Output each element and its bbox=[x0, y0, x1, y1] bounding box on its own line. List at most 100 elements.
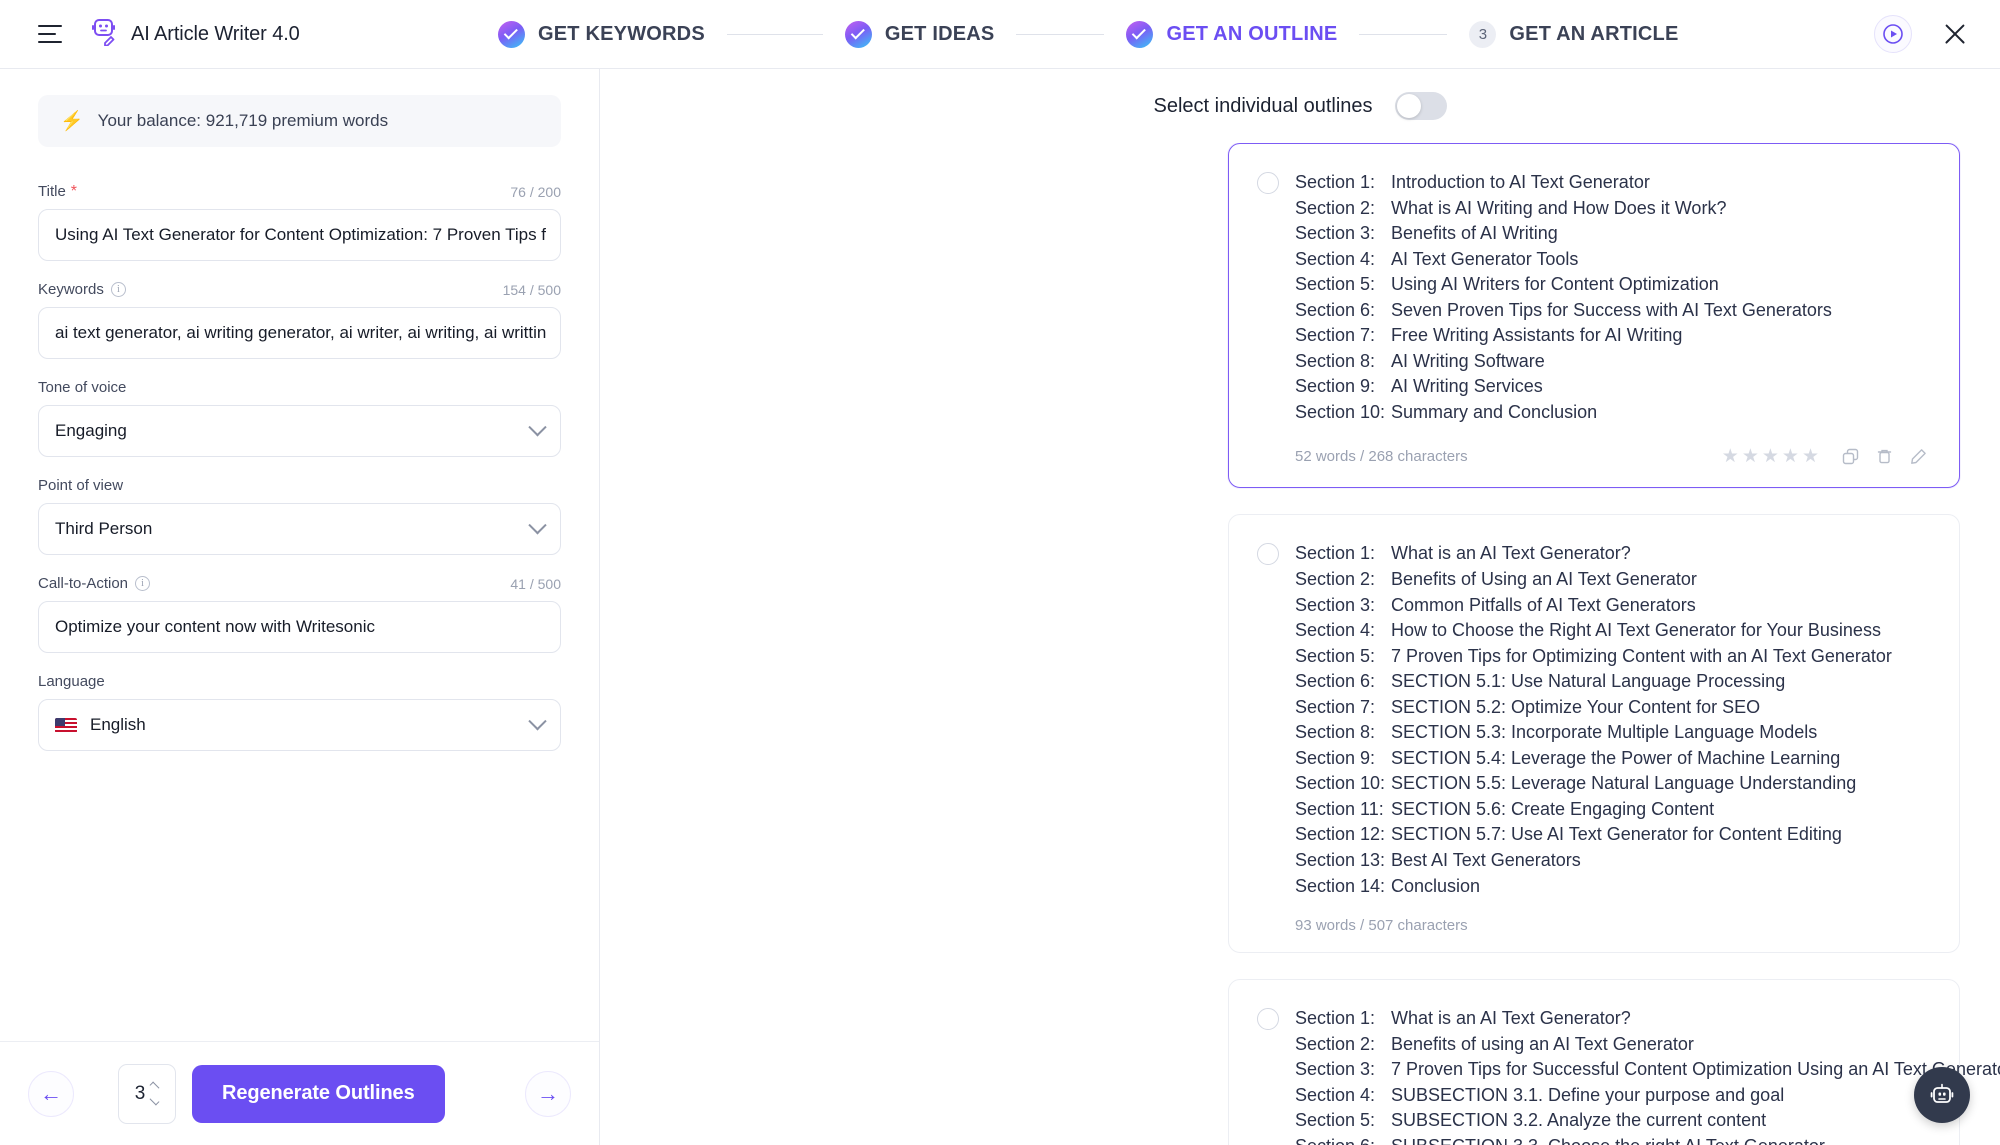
select-individual-outlines-toggle[interactable] bbox=[1395, 92, 1447, 120]
arrow-right-icon[interactable]: → bbox=[525, 1071, 571, 1117]
outline-section-number: Section 11: bbox=[1295, 797, 1391, 823]
step-check-icon bbox=[498, 21, 525, 48]
progress-stepper: GET KEYWORDS GET IDEAS GET AN OUTLINE 3 … bbox=[498, 21, 1679, 48]
star-icon[interactable]: ★ bbox=[1742, 447, 1759, 466]
outline-section-number: Section 1: bbox=[1295, 1006, 1391, 1032]
outline-section-number: Section 4: bbox=[1295, 1083, 1391, 1109]
trash-icon[interactable] bbox=[1871, 443, 1897, 469]
outline-section-title: AI Writing Services bbox=[1391, 374, 1543, 400]
bolt-icon: ⚡ bbox=[60, 112, 84, 131]
outline-select-radio[interactable] bbox=[1257, 543, 1279, 565]
call-to-action-input[interactable]: Optimize your content now with Writesoni… bbox=[38, 601, 561, 653]
field-label: Call-to-Action bbox=[38, 575, 128, 592]
outline-section-number: Section 2: bbox=[1295, 1032, 1391, 1058]
step-get-keywords[interactable]: GET KEYWORDS bbox=[498, 21, 705, 48]
outline-section-row: Section 8:SECTION 5.3: Incorporate Multi… bbox=[1295, 720, 1931, 746]
outline-section-row: Section 2:Benefits of Using an AI Text G… bbox=[1295, 567, 1931, 593]
char-counter: 41 / 500 bbox=[510, 576, 561, 592]
close-icon[interactable] bbox=[1940, 19, 1970, 49]
outlines-list: Section 1:Introduction to AI Text Genera… bbox=[1228, 143, 1960, 1145]
regenerate-outlines-button[interactable]: Regenerate Outlines bbox=[192, 1065, 445, 1123]
outline-card[interactable]: Section 1:Introduction to AI Text Genera… bbox=[1228, 143, 1960, 488]
outline-count-stepper[interactable]: 3 bbox=[118, 1064, 176, 1124]
app-title: AI Article Writer 4.0 bbox=[131, 23, 300, 46]
point-of-view-select[interactable]: Third Person bbox=[38, 503, 561, 555]
outline-sections: Section 1:Introduction to AI Text Genera… bbox=[1295, 170, 1931, 425]
stepper-increment-icon[interactable] bbox=[150, 1082, 160, 1092]
outline-section-title: SUBSECTION 3.2. Analyze the current cont… bbox=[1391, 1108, 1766, 1134]
field-header: Keywords i 154 / 500 bbox=[38, 281, 561, 298]
keywords-input[interactable]: ai text generator, ai writing generator,… bbox=[38, 307, 561, 359]
field-keywords: Keywords i 154 / 500 ai text generator, … bbox=[38, 281, 561, 359]
arrow-left-icon[interactable]: ← bbox=[28, 1071, 74, 1117]
stepper-decrement-icon[interactable] bbox=[150, 1096, 160, 1106]
star-icon[interactable]: ★ bbox=[1722, 447, 1739, 466]
outline-section-row: Section 4:SUBSECTION 3.1. Define your pu… bbox=[1295, 1083, 1931, 1109]
outlines-scroll-area[interactable]: Section 1:Introduction to AI Text Genera… bbox=[600, 143, 2000, 1145]
outline-count-value: 3 bbox=[135, 1083, 146, 1105]
toggle-knob bbox=[1397, 94, 1421, 118]
title-input[interactable]: Using AI Text Generator for Content Opti… bbox=[38, 209, 561, 261]
outline-section-title: 7 Proven Tips for Optimizing Content wit… bbox=[1391, 644, 1892, 670]
hamburger-menu-icon[interactable] bbox=[38, 25, 62, 43]
outline-section-number: Section 1: bbox=[1295, 541, 1391, 567]
stepper-arrows[interactable] bbox=[150, 1084, 159, 1103]
step-connector bbox=[1016, 34, 1104, 35]
pencil-edit-icon[interactable] bbox=[1905, 443, 1931, 469]
outline-section-number: Section 6: bbox=[1295, 1134, 1391, 1145]
outline-section-number: Section 8: bbox=[1295, 720, 1391, 746]
top-bar: AI Article Writer 4.0 GET KEYWORDS GET I… bbox=[0, 0, 2000, 69]
language-select[interactable]: English bbox=[38, 699, 561, 751]
step-get-an-article[interactable]: 3 GET AN ARTICLE bbox=[1469, 21, 1678, 48]
tone-of-voice-select[interactable]: Engaging bbox=[38, 405, 561, 457]
outline-section-number: Section 3: bbox=[1295, 221, 1391, 247]
step-get-an-outline[interactable]: GET AN OUTLINE bbox=[1126, 21, 1337, 48]
star-icon[interactable]: ★ bbox=[1762, 447, 1779, 466]
outline-section-title: SUBSECTION 3.3. Choose the right AI Text… bbox=[1391, 1134, 1825, 1145]
field-header: Call-to-Action i 41 / 500 bbox=[38, 575, 561, 592]
outline-section-row: Section 6:SUBSECTION 3.3. Choose the rig… bbox=[1295, 1134, 1931, 1145]
info-icon[interactable]: i bbox=[111, 282, 126, 297]
outline-rating[interactable]: ★★★★★ bbox=[1722, 447, 1819, 466]
char-counter: 76 / 200 bbox=[510, 184, 561, 200]
outline-section-title: What is an AI Text Generator? bbox=[1391, 541, 1631, 567]
copy-icon[interactable] bbox=[1837, 443, 1863, 469]
outline-section-title: AI Writing Software bbox=[1391, 349, 1545, 375]
app-root: AI Article Writer 4.0 GET KEYWORDS GET I… bbox=[0, 0, 2000, 1145]
step-get-ideas[interactable]: GET IDEAS bbox=[845, 21, 995, 48]
field-header: Language bbox=[38, 673, 561, 690]
outline-section-row: Section 2:What is AI Writing and How Doe… bbox=[1295, 196, 1931, 222]
play-circle-icon[interactable] bbox=[1874, 15, 1912, 53]
sidebar-scroll-area: ⚡ Your balance: 921,719 premium words Ti… bbox=[0, 69, 599, 1041]
outline-section-title: SECTION 5.4: Leverage the Power of Machi… bbox=[1391, 746, 1840, 772]
outline-section-row: Section 12:SECTION 5.7: Use AI Text Gene… bbox=[1295, 822, 1931, 848]
outline-section-row: Section 9:AI Writing Services bbox=[1295, 374, 1931, 400]
selected-value: Third Person bbox=[55, 519, 152, 539]
outline-section-title: Using AI Writers for Content Optimizatio… bbox=[1391, 272, 1719, 298]
outline-section-row: Section 7:Free Writing Assistants for AI… bbox=[1295, 323, 1931, 349]
outline-section-title: Seven Proven Tips for Success with AI Te… bbox=[1391, 298, 1832, 324]
outline-select-radio[interactable] bbox=[1257, 1008, 1279, 1030]
top-bar-actions bbox=[1874, 15, 1970, 53]
robot-chat-icon[interactable] bbox=[1914, 1067, 1970, 1123]
outline-select-radio[interactable] bbox=[1257, 172, 1279, 194]
info-icon[interactable]: i bbox=[135, 576, 150, 591]
outline-card[interactable]: Section 1:What is an AI Text Generator?S… bbox=[1228, 514, 1960, 953]
star-icon[interactable]: ★ bbox=[1802, 447, 1819, 466]
outline-card[interactable]: Section 1:What is an AI Text Generator?S… bbox=[1228, 979, 1960, 1145]
field-header: Tone of voice bbox=[38, 379, 561, 396]
outline-section-number: Section 3: bbox=[1295, 1057, 1391, 1083]
outline-sections: Section 1:What is an AI Text Generator?S… bbox=[1295, 1006, 1931, 1145]
outline-stats: 93 words / 507 characters bbox=[1295, 917, 1468, 934]
outline-section-row: Section 10:SECTION 5.5: Leverage Natural… bbox=[1295, 771, 1931, 797]
outline-section-title: Benefits of using an AI Text Generator bbox=[1391, 1032, 1694, 1058]
outline-section-number: Section 4: bbox=[1295, 618, 1391, 644]
outline-section-row: Section 6:SECTION 5.1: Use Natural Langu… bbox=[1295, 669, 1931, 695]
balance-banner: ⚡ Your balance: 921,719 premium words bbox=[38, 95, 561, 147]
star-icon[interactable]: ★ bbox=[1782, 447, 1799, 466]
field-header: Title * 76 / 200 bbox=[38, 183, 561, 200]
outline-section-row: Section 1:What is an AI Text Generator? bbox=[1295, 1006, 1931, 1032]
select-individual-outlines-label: Select individual outlines bbox=[1153, 95, 1372, 118]
outline-section-number: Section 2: bbox=[1295, 196, 1391, 222]
brand: AI Article Writer 4.0 bbox=[92, 18, 300, 51]
